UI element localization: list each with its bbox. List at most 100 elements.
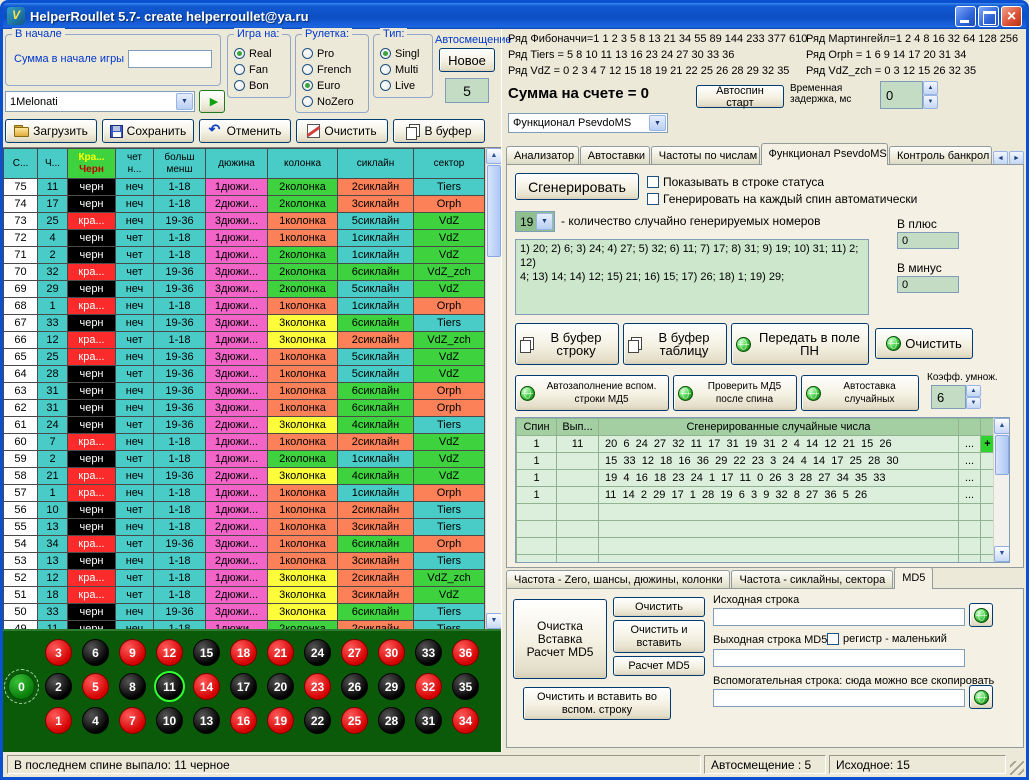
wheel-number-9[interactable]: 9 <box>119 639 146 666</box>
wheel-number-30[interactable]: 30 <box>378 639 405 666</box>
wheel-number-26[interactable]: 26 <box>341 673 368 700</box>
wheel-number-34[interactable]: 34 <box>452 707 479 734</box>
generated-numbers-area[interactable]: 1) 20; 2) 6; 3) 24; 4) 27; 5) 32; 6) 11;… <box>515 239 869 315</box>
wheel-number-24[interactable]: 24 <box>304 639 331 666</box>
wheel-number-0[interactable]: 0 <box>8 673 35 700</box>
autospin-start-button[interactable]: Автоспин старт <box>696 85 784 108</box>
copy-table-button[interactable]: В буфер таблицу <box>623 323 727 365</box>
wheel-number-15[interactable]: 15 <box>193 639 220 666</box>
radio-fan[interactable]: Fan <box>234 63 288 76</box>
wheel-number-23[interactable]: 23 <box>304 673 331 700</box>
wheel-number-25[interactable]: 25 <box>341 707 368 734</box>
scroll-thumb[interactable] <box>995 435 1009 475</box>
wheel-number-29[interactable]: 29 <box>378 673 405 700</box>
wheel-number-36[interactable]: 36 <box>452 639 479 666</box>
tab-анализатор[interactable]: Анализатор <box>506 146 579 165</box>
wheel-number-7[interactable]: 7 <box>119 707 146 734</box>
clear-generated-button[interactable]: Очистить <box>875 328 973 359</box>
new-button[interactable]: Новое <box>439 48 495 72</box>
autofill-md5-button[interactable]: Автозаполнение вспом. строки МД5 <box>515 375 669 411</box>
check-md5-button[interactable]: Проверить МД5 после спина <box>673 375 797 411</box>
radio-nozero[interactable]: NoZero <box>302 95 366 108</box>
aux-globe-button[interactable] <box>969 685 993 709</box>
wheel-number-32[interactable]: 32 <box>415 673 442 700</box>
md5-big-button[interactable]: Очистка Вставка Расчет MD5 <box>513 599 607 679</box>
function-combo[interactable]: Функционал PsevdoMS <box>508 113 668 133</box>
scroll-thumb[interactable] <box>487 165 501 257</box>
wheel-number-21[interactable]: 21 <box>267 639 294 666</box>
play-button[interactable] <box>199 90 225 113</box>
autobet-random-button[interactable]: Автоставка случайных <box>801 375 919 411</box>
wheel-number-28[interactable]: 28 <box>378 707 405 734</box>
wheel-number-1[interactable]: 1 <box>45 707 72 734</box>
delay-down-button[interactable]: ▼ <box>923 95 938 109</box>
radio-bon[interactable]: Bon <box>234 79 288 92</box>
wheel-number-2[interactable]: 2 <box>45 673 72 700</box>
scroll-up-arrow[interactable]: ▲ <box>994 418 1010 434</box>
wheel-number-20[interactable]: 20 <box>267 673 294 700</box>
start-sum-input[interactable] <box>128 50 212 68</box>
scroll-down-arrow[interactable]: ▼ <box>994 546 1010 562</box>
clear-button[interactable]: Очистить <box>296 119 388 143</box>
wheel-number-33[interactable]: 33 <box>415 639 442 666</box>
wheel-number-5[interactable]: 5 <box>82 673 109 700</box>
wheel-number-6[interactable]: 6 <box>82 639 109 666</box>
spin-table-scrollbar[interactable]: ▲ ▼ <box>993 418 1009 562</box>
coef-up-button[interactable]: ▲ <box>966 385 981 397</box>
preset-combo[interactable]: 1Melonati <box>5 91 195 112</box>
coef-down-button[interactable]: ▼ <box>966 397 981 409</box>
tab-scroll-left[interactable]: ◄ <box>993 151 1008 165</box>
radio-euro[interactable]: Euro <box>302 79 366 92</box>
output-string-input[interactable] <box>713 649 965 667</box>
wheel-number-18[interactable]: 18 <box>230 639 257 666</box>
radio-live[interactable]: Live <box>380 79 430 92</box>
radio-multi[interactable]: Multi <box>380 63 430 76</box>
wheel-number-17[interactable]: 17 <box>230 673 257 700</box>
wheel-number-8[interactable]: 8 <box>119 673 146 700</box>
close-button[interactable] <box>1001 6 1022 27</box>
wheel-number-13[interactable]: 13 <box>193 707 220 734</box>
scroll-up-arrow[interactable]: ▲ <box>486 148 501 164</box>
md5-clear-paste-aux-button[interactable]: Очистить и вставить во вспом. строку <box>523 687 671 720</box>
wheel-number-16[interactable]: 16 <box>230 707 257 734</box>
wheel-number-14[interactable]: 14 <box>193 673 220 700</box>
send-to-pn-button[interactable]: Передать в поле ПН <box>731 323 869 365</box>
wheel-number-10[interactable]: 10 <box>156 707 183 734</box>
scroll-down-arrow[interactable]: ▼ <box>486 613 501 629</box>
radio-singl[interactable]: Singl <box>380 47 430 60</box>
wheel-number-3[interactable]: 3 <box>45 639 72 666</box>
tab-md5[interactable]: MD5 <box>894 567 933 589</box>
delay-up-button[interactable]: ▲ <box>923 81 938 95</box>
wheel-number-27[interactable]: 27 <box>341 639 368 666</box>
tab-автоставки[interactable]: Автоставки <box>580 146 650 165</box>
tab-частота-сиклайны-сектора[interactable]: Частота - сиклайны, сектора <box>731 570 893 589</box>
lowercase-checkbox[interactable]: регистр - маленький <box>827 633 947 645</box>
maximize-button[interactable] <box>978 6 999 27</box>
load-button[interactable]: Загрузить <box>5 119 97 143</box>
wheel-number-11[interactable]: 11 <box>156 673 183 700</box>
aux-string-input[interactable] <box>713 689 965 707</box>
count-combo[interactable]: 19 <box>515 211 555 232</box>
copy-button[interactable]: В буфер <box>393 119 485 143</box>
wheel-number-22[interactable]: 22 <box>304 707 331 734</box>
resize-grip[interactable] <box>1010 761 1024 775</box>
radio-pro[interactable]: Pro <box>302 47 366 60</box>
wheel-number-35[interactable]: 35 <box>452 673 479 700</box>
source-string-input[interactable] <box>713 608 965 626</box>
tab-контроль-банкрол[interactable]: Контроль банкрол <box>889 146 992 165</box>
history-scrollbar[interactable]: ▲ ▼ <box>485 148 501 629</box>
checkbox-auto-generate[interactable]: Генерировать на каждый спин автоматическ… <box>647 192 917 206</box>
checkbox-show-status[interactable]: Показывать в строке статуса <box>647 175 824 189</box>
tab-частота-zero-шансы-дюжины-колонки[interactable]: Частота - Zero, шансы, дюжины, колонки <box>506 570 730 589</box>
wheel-number-31[interactable]: 31 <box>415 707 442 734</box>
radio-real[interactable]: Real <box>234 47 288 60</box>
wheel-number-19[interactable]: 19 <box>267 707 294 734</box>
tab-scroll-right[interactable]: ► <box>1009 151 1024 165</box>
minimize-button[interactable] <box>955 6 976 27</box>
md5-clear-button[interactable]: Очистить <box>613 597 705 617</box>
wheel-number-12[interactable]: 12 <box>156 639 183 666</box>
undo-button[interactable]: Отменить <box>199 119 291 143</box>
md5-calc-button[interactable]: Расчет MD5 <box>613 656 705 676</box>
md5-clear-paste-button[interactable]: Очистить и вставить <box>613 620 705 653</box>
wheel-number-4[interactable]: 4 <box>82 707 109 734</box>
